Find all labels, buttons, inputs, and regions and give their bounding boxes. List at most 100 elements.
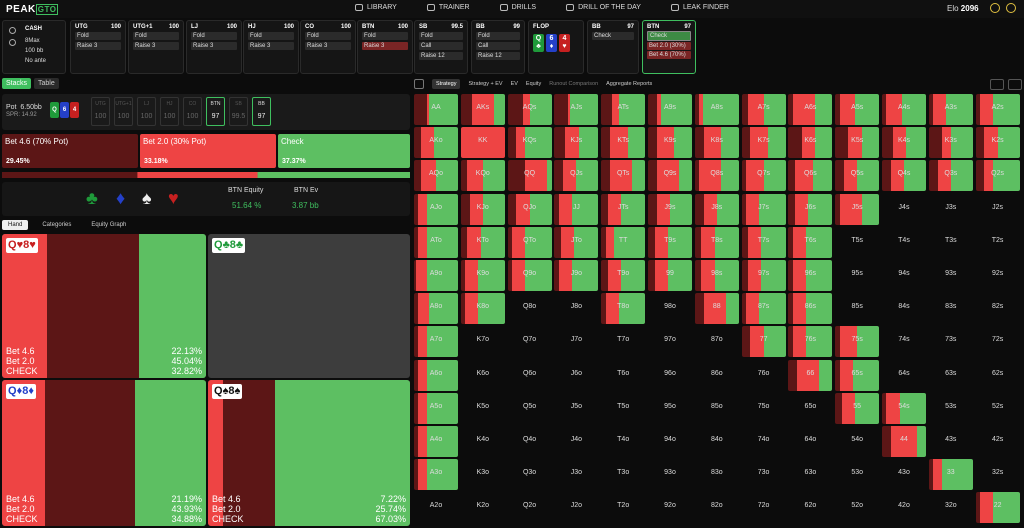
range-cell[interactable]: Q2o	[508, 492, 552, 523]
range-cell[interactable]: A2o	[414, 492, 458, 523]
action-option[interactable]: Check	[647, 31, 691, 41]
range-cell[interactable]: T4s	[882, 227, 926, 258]
tab-strategy-ev[interactable]: Strategy + EV	[468, 81, 502, 87]
settings-icon[interactable]	[990, 3, 1000, 13]
range-cell[interactable]: T2o	[601, 492, 645, 523]
peakgto-logo[interactable]: PEAK GTO	[6, 4, 59, 15]
range-cell[interactable]: 72s	[976, 326, 1020, 357]
range-cell[interactable]: AA	[414, 94, 458, 125]
nav-library[interactable]: LIBRARY	[355, 4, 397, 11]
range-cell[interactable]: T7o	[601, 326, 645, 357]
range-cell[interactable]: A4s	[882, 94, 926, 125]
range-cell[interactable]: 76s	[788, 326, 833, 358]
range-cell[interactable]: T6s	[788, 226, 833, 258]
range-cell[interactable]: 42o	[882, 492, 926, 523]
range-cell[interactable]: J8s	[694, 193, 739, 225]
range-cell[interactable]: Q8o	[508, 293, 552, 324]
range-cell[interactable]: 74o	[742, 426, 786, 457]
position-card-lj[interactable]: LJ 100 Fold Raise 3	[186, 20, 242, 74]
position-card-co[interactable]: CO 100 Fold Raise 3	[300, 20, 356, 74]
range-cell[interactable]: J8o	[554, 293, 598, 324]
range-cell[interactable]: J7s	[741, 193, 786, 225]
hearts-filter-icon[interactable]: ♥	[168, 188, 179, 209]
range-cell[interactable]: 44	[882, 426, 926, 457]
range-cell[interactable]: 63o	[788, 459, 832, 490]
seat-utg[interactable]: UTG 100	[91, 97, 110, 126]
position-card-hj[interactable]: HJ 100 Fold Raise 3	[243, 20, 299, 74]
range-cell[interactable]: 86o	[695, 360, 739, 391]
range-cell[interactable]: 74s	[882, 326, 926, 357]
range-cell[interactable]: 75o	[742, 393, 786, 424]
range-cell[interactable]: 97o	[648, 326, 692, 357]
range-cell[interactable]: 43o	[882, 459, 926, 490]
nav-trainer[interactable]: TRAINER	[426, 4, 470, 11]
range-cell[interactable]: QQ	[507, 160, 552, 192]
range-cell[interactable]: 53s	[929, 393, 973, 424]
tab-categories[interactable]: Categories	[36, 220, 77, 230]
range-cell[interactable]: J3s	[929, 194, 973, 225]
range-cell[interactable]: 83s	[929, 293, 973, 324]
range-cell[interactable]: A7o	[414, 326, 458, 358]
range-cell[interactable]: T3o	[601, 459, 645, 490]
range-cell[interactable]: T7s	[741, 226, 786, 258]
range-cell[interactable]: QTo	[507, 226, 552, 258]
range-cell[interactable]: A6o	[414, 359, 458, 391]
range-cell[interactable]: A9o	[414, 260, 458, 291]
range-cell[interactable]: 62o	[788, 492, 832, 523]
action-raise-3[interactable]: Raise 3	[191, 42, 237, 50]
tab-strategy[interactable]: Strategy	[432, 79, 461, 89]
range-cell[interactable]: J5o	[554, 393, 598, 424]
range-cell[interactable]: KQo	[460, 160, 505, 192]
action-fold[interactable]: Fold	[75, 32, 121, 40]
range-cell[interactable]: 43s	[929, 426, 973, 457]
range-cell[interactable]: T8s	[694, 226, 739, 258]
range-cell[interactable]: 73s	[929, 326, 973, 357]
nav-drills[interactable]: DRILLS	[499, 4, 536, 11]
seat-co[interactable]: CO 100	[183, 97, 202, 126]
action-summary-2[interactable]: Check 37.37%	[278, 134, 410, 168]
range-cell[interactable]: 84s	[882, 293, 926, 324]
range-cell[interactable]: 98s	[694, 260, 739, 291]
tab-aggregate-reports[interactable]: Aggregate Reports	[606, 81, 652, 87]
range-cell[interactable]: A3o	[414, 459, 458, 491]
tab-hand[interactable]: Hand	[2, 220, 29, 230]
range-cell[interactable]: QJo	[507, 193, 552, 225]
range-cell[interactable]: A8o	[414, 293, 458, 325]
range-cell[interactable]: 88	[694, 293, 739, 325]
range-cell[interactable]: 32s	[976, 459, 1020, 490]
spades-filter-icon[interactable]: ♠	[142, 188, 152, 209]
range-cell[interactable]: 97s	[741, 260, 786, 291]
range-cell[interactable]: Q6o	[508, 360, 552, 391]
seat-btn[interactable]: BTN 97	[206, 97, 225, 126]
range-cell[interactable]: ATo	[414, 226, 458, 258]
range-cell[interactable]: KK	[460, 127, 505, 159]
range-cell[interactable]: AQs	[507, 94, 552, 125]
action-option[interactable]: Bet 2.0 (30%)	[647, 42, 691, 50]
position-card-bb-flop[interactable]: BB 97 Check	[587, 20, 639, 74]
action-call[interactable]: Call	[476, 42, 520, 50]
seat-hj[interactable]: HJ 100	[160, 97, 179, 126]
combo-box[interactable]: Q♦8♦ Bet 4.6 Bet 2.0 CHECK 21.19% 43.93% 34.88…	[2, 380, 206, 526]
range-cell[interactable]: Q9s	[648, 160, 692, 192]
chat-icon[interactable]	[1006, 3, 1016, 13]
range-cell[interactable]: J9o	[554, 260, 599, 291]
range-cell[interactable]: T9s	[648, 226, 692, 258]
range-cell[interactable]: KQs	[507, 127, 552, 159]
action-raise-3[interactable]: Raise 3	[305, 42, 351, 50]
action-raise-12[interactable]: Raise 12	[476, 52, 520, 60]
position-card-btn[interactable]: BTN 100 Fold Raise 3	[357, 20, 413, 74]
range-cell[interactable]: AKo	[414, 127, 458, 159]
range-cell[interactable]: 94o	[648, 426, 692, 457]
range-cell[interactable]: A3s	[928, 94, 973, 125]
range-cell[interactable]: QTs	[601, 160, 646, 192]
range-cell[interactable]: A5s	[835, 94, 880, 125]
range-cell[interactable]: K7s	[741, 127, 786, 159]
range-cell[interactable]: A8s	[694, 94, 739, 125]
range-cell[interactable]: K7o	[461, 326, 505, 357]
combo-box[interactable]: Q♣8♣	[208, 234, 410, 378]
seat-bb[interactable]: BB 97	[252, 97, 271, 126]
range-cell[interactable]: 84o	[695, 426, 739, 457]
range-cell[interactable]: 82o	[695, 492, 739, 523]
range-cell[interactable]: 52o	[835, 492, 879, 523]
range-cell[interactable]: J2o	[554, 492, 598, 523]
